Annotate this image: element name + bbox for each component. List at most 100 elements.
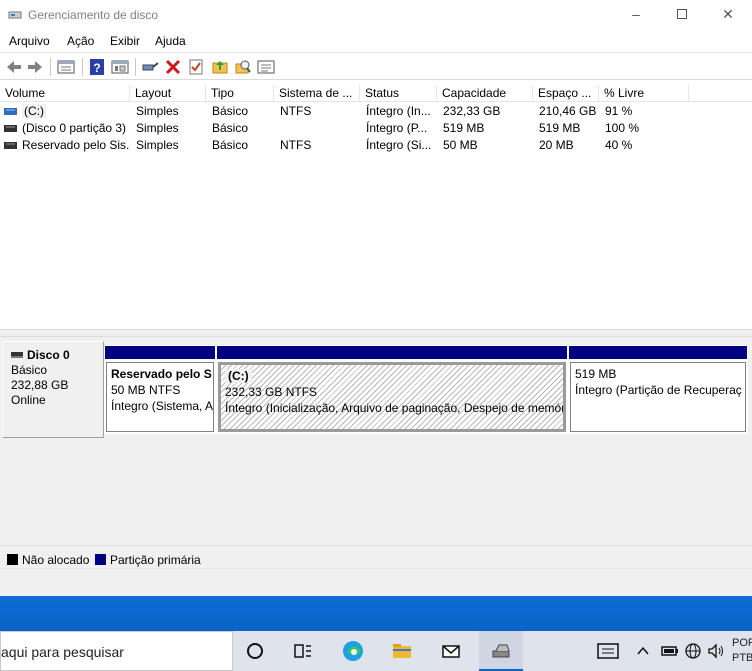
- disk-management-app-icon: [8, 11, 22, 19]
- toolbar: ?: [0, 52, 752, 80]
- column-header-espaco[interactable]: Espaço ...: [533, 85, 599, 102]
- partition-status: Íntegro (Partição de Recuperaç: [575, 383, 742, 397]
- title-bar[interactable]: Gerenciamento de disco – ✕: [0, 0, 752, 30]
- cell-livre: 91 %: [605, 104, 633, 118]
- properties-view-icon[interactable]: [56, 57, 76, 77]
- battery-icon[interactable]: [660, 642, 680, 660]
- menu-arquivo[interactable]: Arquivo: [9, 34, 50, 48]
- desktop-background: [0, 596, 752, 631]
- partition-recovery[interactable]: 519 MB Íntegro (Partição de Recuperaç: [568, 345, 748, 434]
- cell-espaco: 210,46 GB: [539, 104, 597, 118]
- cell-capacidade: 519 MB: [443, 121, 485, 135]
- cell-sistema: NTFS: [280, 104, 312, 118]
- status-bar: [0, 568, 752, 596]
- table-row[interactable]: (Disco 0 partição 3) Simples Básico Ínte…: [0, 120, 752, 137]
- disk-icon: [11, 352, 23, 358]
- mail-icon[interactable]: [437, 637, 465, 665]
- taskbar-search-box[interactable]: aqui para pesquisar: [0, 631, 233, 671]
- table-row[interactable]: Reservado pelo Sis... Simples Básico NTF…: [0, 137, 752, 154]
- partition-body: Reservado pelo S 50 MB NTFS Íntegro (Sis…: [106, 362, 214, 432]
- search-folder-icon[interactable]: [233, 57, 253, 77]
- partition-title: (C:): [225, 368, 559, 384]
- menu-acao[interactable]: Ação: [67, 34, 94, 48]
- cell-tipo: Básico: [212, 121, 249, 135]
- disk-type: Básico: [11, 363, 48, 377]
- column-header-layout[interactable]: Layout: [130, 85, 206, 102]
- volume-icon[interactable]: [706, 642, 726, 660]
- cell-capacidade: 232,33 GB: [443, 104, 501, 118]
- folder-up-icon[interactable]: [210, 57, 230, 77]
- legend: Não alocado Partição primária: [0, 545, 752, 568]
- column-header-livre[interactable]: % Livre: [599, 85, 689, 102]
- disk-name: Disco 0: [27, 348, 70, 362]
- legend-swatch-primary: [95, 554, 106, 565]
- volume-icon: [4, 125, 17, 132]
- taskbar-active-app[interactable]: [479, 631, 523, 671]
- language-indicator[interactable]: POR PTB: [732, 636, 752, 666]
- chevron-up-icon[interactable]: [636, 642, 650, 660]
- check-icon[interactable]: [186, 57, 206, 77]
- cell-tipo: Básico: [212, 104, 249, 118]
- partition-color-bar: [568, 345, 748, 360]
- toolbar-separator: [50, 58, 51, 76]
- cell-layout: Simples: [136, 138, 179, 152]
- delete-icon[interactable]: [163, 57, 183, 77]
- pane-splitter[interactable]: [0, 329, 752, 337]
- column-header-sistema[interactable]: Sistema de ...: [274, 85, 360, 102]
- cell-tipo: Básico: [212, 138, 249, 152]
- menu-ajuda[interactable]: Ajuda: [155, 34, 186, 48]
- list-view-icon[interactable]: [256, 57, 276, 77]
- partition-c[interactable]: (C:) 232,33 GB NTFS Íntegro (Inicializaç…: [216, 345, 568, 434]
- connect-icon[interactable]: [140, 57, 160, 77]
- cell-volume: Reservado pelo Sis...: [22, 138, 130, 152]
- minimize-button[interactable]: –: [613, 0, 659, 30]
- partition-size: 232,33 GB NTFS: [225, 385, 318, 399]
- cell-layout: Simples: [136, 121, 179, 135]
- toolbar-separator: [82, 58, 83, 76]
- partition-status: Íntegro (Sistema, A: [111, 399, 214, 413]
- disk-0-label[interactable]: Disco 0 Básico 232,88 GB Online: [2, 341, 104, 438]
- forward-icon[interactable]: [25, 57, 45, 77]
- partition-reserved[interactable]: Reservado pelo S 50 MB NTFS Íntegro (Sis…: [104, 345, 216, 434]
- network-icon[interactable]: [683, 642, 703, 660]
- toolbar-separator: [135, 58, 136, 76]
- back-icon[interactable]: [4, 57, 24, 77]
- legend-primary-label: Partição primária: [110, 553, 201, 567]
- edge-icon[interactable]: [339, 637, 367, 665]
- partition-title: Reservado pelo S: [111, 367, 212, 381]
- menu-bar: Arquivo Ação Exibir Ajuda: [0, 30, 752, 52]
- menu-exibir[interactable]: Exibir: [110, 34, 140, 48]
- column-header-status[interactable]: Status: [360, 85, 437, 102]
- partition-size: 50 MB NTFS: [111, 383, 181, 397]
- file-explorer-icon[interactable]: [388, 637, 416, 665]
- disk-size: 232,88 GB: [11, 378, 69, 392]
- volume-icon: [4, 108, 17, 115]
- task-view-icon[interactable]: [289, 637, 317, 665]
- cell-status: Íntegro (Si...: [366, 138, 432, 152]
- column-header-tipo[interactable]: Tipo: [206, 85, 274, 102]
- partition-color-bar: [104, 345, 216, 360]
- table-row[interactable]: (C:) Simples Básico NTFS Íntegro (In... …: [0, 103, 752, 120]
- taskbar: aqui para pesquisar POR PTB: [0, 631, 752, 671]
- cortana-icon[interactable]: [241, 637, 269, 665]
- partition-color-bar: [216, 345, 568, 360]
- cell-livre: 40 %: [605, 138, 633, 152]
- help-icon[interactable]: ?: [87, 57, 107, 77]
- cell-volume: (C:): [22, 104, 46, 118]
- console-view-icon[interactable]: [110, 57, 130, 77]
- column-header-volume[interactable]: Volume: [0, 85, 130, 102]
- disk-management-icon: [492, 644, 510, 658]
- maximize-button[interactable]: [659, 0, 705, 30]
- maximize-icon: [677, 9, 687, 19]
- close-button[interactable]: ✕: [705, 0, 751, 30]
- notification-icon[interactable]: [596, 642, 620, 660]
- volume-icon: [4, 142, 17, 149]
- partition-status: Íntegro (Inicialização, Arquivo de pagin…: [225, 401, 566, 415]
- cell-espaco: 519 MB: [539, 121, 581, 135]
- column-header-capacidade[interactable]: Capacidade: [437, 85, 533, 102]
- search-placeholder: aqui para pesquisar: [1, 644, 124, 660]
- keyboard-layout: PTB: [732, 652, 752, 664]
- cell-sistema: [280, 120, 360, 137]
- partition-body: (C:) 232,33 GB NTFS Íntegro (Inicializaç…: [218, 362, 566, 432]
- cell-sistema: NTFS: [280, 138, 312, 152]
